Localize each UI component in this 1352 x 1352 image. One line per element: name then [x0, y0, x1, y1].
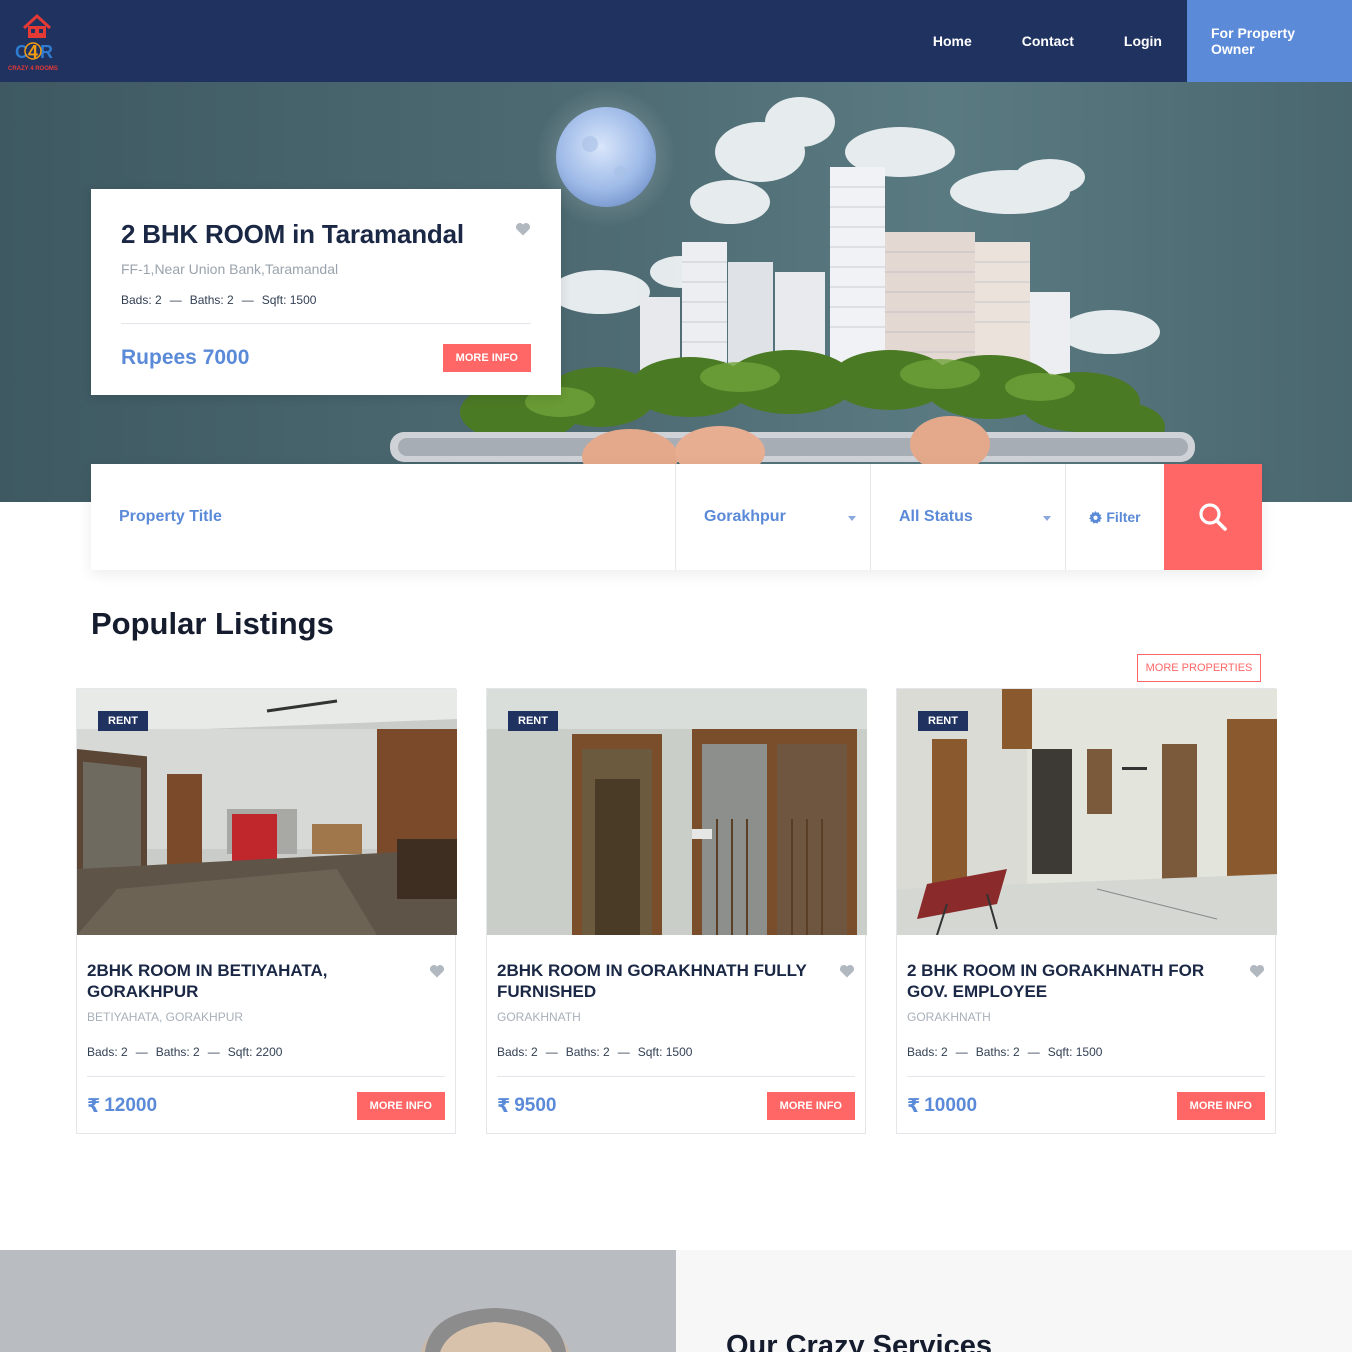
- more-info-button[interactable]: MORE INFO: [766, 1092, 855, 1120]
- baths-count: Baths: 2: [975, 1045, 1020, 1059]
- separator: —: [955, 1045, 968, 1059]
- divider: [907, 1076, 1265, 1077]
- nav-contact-link[interactable]: Contact: [997, 0, 1099, 82]
- separator: —: [169, 293, 182, 307]
- sqft-value: Sqft: 1500: [637, 1045, 693, 1059]
- separator: —: [207, 1045, 220, 1059]
- nav-home-link[interactable]: Home: [908, 0, 997, 82]
- divider: [121, 323, 531, 324]
- listing-title[interactable]: 2 BHK ROOM IN GORAKHNATH FOR GOV. EMPLOY…: [907, 960, 1227, 1002]
- listing-price: ₹ 9500: [497, 1095, 557, 1118]
- listing-title[interactable]: 2BHK ROOM IN GORAKHNATH FULLY FURNISHED: [497, 960, 817, 1002]
- featured-property-specs: Bads: 2 — Baths: 2 — Sqft: 1500: [121, 293, 531, 307]
- baths-count: Baths: 2: [565, 1045, 610, 1059]
- rupee-icon: ₹: [87, 1095, 101, 1117]
- sqft-value: Sqft: 1500: [261, 293, 317, 307]
- property-title-input[interactable]: Property Title: [91, 464, 676, 570]
- services-panel: Our Crazy Services: [676, 1250, 1352, 1352]
- svg-text:R: R: [40, 42, 53, 62]
- hero-banner: 2 BHK ROOM in Taramandal FF-1,Near Union…: [0, 82, 1352, 502]
- featured-property-card: 2 BHK ROOM in Taramandal FF-1,Near Union…: [91, 189, 561, 395]
- services-photo: [0, 1250, 676, 1352]
- listing-specs: Bads: 2 — Baths: 2 — Sqft: 1500: [497, 1045, 855, 1059]
- nav-property-owner-button[interactable]: For Property Owner: [1187, 0, 1352, 82]
- rent-badge: RENT: [98, 711, 148, 731]
- city-select-value: Gorakhpur: [704, 508, 786, 525]
- divider: [497, 1076, 855, 1077]
- search-icon: [1199, 503, 1227, 531]
- sqft-value: Sqft: 1500: [1047, 1045, 1103, 1059]
- city-select[interactable]: Gorakhpur: [676, 464, 871, 570]
- listing-price-value: 10000: [924, 1095, 978, 1116]
- separator: —: [135, 1045, 148, 1059]
- listing-photo[interactable]: RENT: [77, 689, 457, 935]
- listing-specs: Bads: 2 — Baths: 2 — Sqft: 2200: [87, 1045, 445, 1059]
- svg-text:C: C: [15, 42, 28, 62]
- beds-count: Bads: 2: [121, 293, 162, 307]
- nav-links: Home Contact Login For Property Owner: [908, 0, 1352, 82]
- separator: —: [617, 1045, 630, 1059]
- listing-location: GORAKHNATH: [907, 1010, 991, 1024]
- divider: [87, 1076, 445, 1077]
- chevron-down-icon: [1043, 515, 1051, 521]
- more-properties-button[interactable]: MORE PROPERTIES: [1137, 654, 1261, 682]
- favorite-heart-icon[interactable]: [1249, 964, 1265, 978]
- favorite-heart-icon[interactable]: [429, 964, 445, 978]
- rupee-icon: ₹: [907, 1095, 921, 1117]
- filter-label: Filter: [1106, 509, 1141, 525]
- listing-location: GORAKHNATH: [497, 1010, 581, 1024]
- favorite-heart-icon[interactable]: [515, 222, 531, 236]
- filter-button[interactable]: Filter: [1066, 464, 1164, 570]
- gear-icon: [1089, 510, 1103, 524]
- listing-photo[interactable]: RENT: [487, 689, 867, 935]
- separator: —: [545, 1045, 558, 1059]
- listing-card: RENT 2BHK ROOM IN BETIYAHATA, GORAKHPUR …: [76, 688, 457, 1134]
- baths-count: Baths: 2: [155, 1045, 200, 1059]
- listing-price-value: 12000: [104, 1095, 158, 1116]
- listing-card: RENT 2 BHK ROOM IN GORAKHNATH FOR GOV. E…: [896, 688, 1277, 1134]
- nav-login-link[interactable]: Login: [1099, 0, 1187, 82]
- listing-location: BETIYAHATA, GORAKHPUR: [87, 1010, 244, 1024]
- rupee-icon: ₹: [497, 1095, 511, 1117]
- rent-badge: RENT: [918, 711, 968, 731]
- more-info-button[interactable]: MORE INFO: [356, 1092, 445, 1120]
- property-search-bar: Property Title Gorakhpur All Status Filt…: [91, 464, 1262, 570]
- separator: —: [241, 293, 254, 307]
- listing-title[interactable]: 2BHK ROOM IN BETIYAHATA, GORAKHPUR: [87, 960, 407, 1002]
- listing-price-value: 9500: [514, 1095, 557, 1116]
- rent-badge: RENT: [508, 711, 558, 731]
- services-heading: Our Crazy Services: [726, 1330, 992, 1352]
- listing-specs: Bads: 2 — Baths: 2 — Sqft: 1500: [907, 1045, 1265, 1059]
- status-select-value: All Status: [899, 508, 973, 525]
- listing-price: ₹ 12000: [87, 1095, 157, 1118]
- listing-price: ₹ 10000: [907, 1095, 977, 1118]
- favorite-heart-icon[interactable]: [839, 964, 855, 978]
- more-info-button[interactable]: MORE INFO: [1176, 1092, 1265, 1120]
- listing-photo[interactable]: RENT: [897, 689, 1277, 935]
- beds-count: Bads: 2: [87, 1045, 128, 1059]
- listing-card: RENT 2BHK ROOM IN GORAKHNATH FULLY FURNI…: [486, 688, 867, 1134]
- beds-count: Bads: 2: [907, 1045, 948, 1059]
- chevron-down-icon: [848, 515, 856, 521]
- separator: —: [1027, 1045, 1040, 1059]
- beds-count: Bads: 2: [497, 1045, 538, 1059]
- popular-listings-heading: Popular Listings: [91, 606, 334, 641]
- sqft-value: Sqft: 2200: [227, 1045, 283, 1059]
- featured-property-title[interactable]: 2 BHK ROOM in Taramandal: [121, 219, 531, 250]
- search-button[interactable]: [1164, 464, 1262, 570]
- baths-count: Baths: 2: [189, 293, 234, 307]
- featured-property-address: FF-1,Near Union Bank,Taramandal: [121, 261, 339, 277]
- brand-logo[interactable]: C 4 R CRAZY 4 ROOMS: [6, 6, 72, 72]
- status-select[interactable]: All Status: [871, 464, 1066, 570]
- featured-property-price: Rupees 7000: [121, 346, 250, 369]
- more-info-button[interactable]: MORE INFO: [442, 344, 531, 372]
- top-navbar: C 4 R CRAZY 4 ROOMS Home Contact Login F…: [0, 0, 1352, 82]
- svg-text:CRAZY 4 ROOMS: CRAZY 4 ROOMS: [8, 66, 58, 72]
